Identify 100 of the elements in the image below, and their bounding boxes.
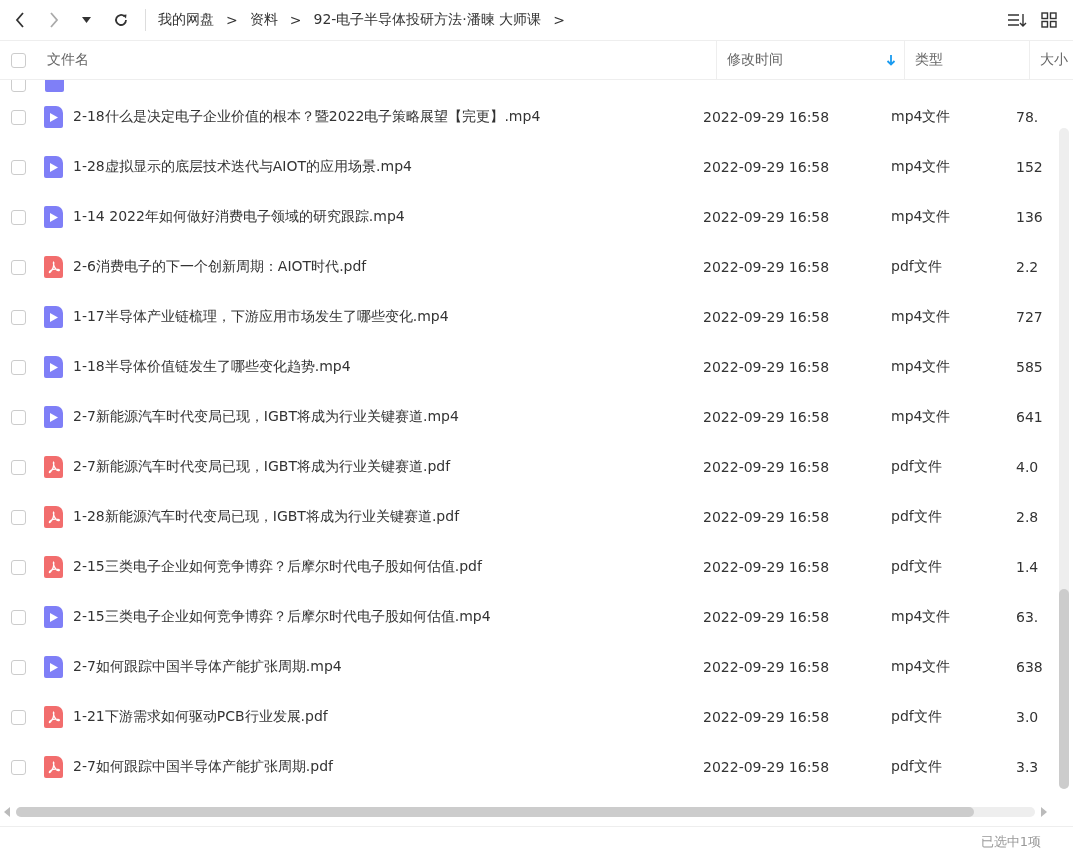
file-type: pdf文件 [891,758,943,776]
file-name[interactable]: 1-28新能源汽车时代变局已现，IGBT将成为行业关键赛道.pdf [73,508,703,526]
forward-icon[interactable] [48,11,60,29]
row-checkbox[interactable] [11,209,26,225]
file-size: 2.8 [1016,509,1040,525]
file-size: 2.2 [1016,259,1040,275]
row-checkbox[interactable] [11,359,26,375]
file-name[interactable]: 2-15三类电子企业如何竞争博弈？后摩尔时代电子股如何估值.mp4 [73,608,703,626]
pdf-file-icon [44,556,63,578]
file-type: pdf文件 [891,258,943,276]
row-checkbox[interactable] [11,759,26,775]
dropdown-caret-icon[interactable] [82,17,91,23]
file-size: 3.0 [1016,709,1040,725]
vertical-scrollbar[interactable] [1059,128,1069,789]
file-type: pdf文件 [891,558,943,576]
row-checkbox[interactable] [11,609,26,625]
breadcrumb-link[interactable]: 92-电子半导体投研方法·潘暕 大师课 [313,11,542,29]
file-size: 638 [1016,659,1044,675]
pdf-file-icon [44,456,63,478]
row-checkbox[interactable] [11,259,26,275]
modified-time: 2022-09-29 16:58 [703,309,831,325]
row-checkbox[interactable] [11,109,26,125]
row-checkbox[interactable] [11,409,26,425]
video-file-icon [44,156,63,178]
modified-time: 2022-09-29 16:58 [703,509,831,525]
file-type: mp4文件 [891,658,952,676]
modified-time: 2022-09-29 16:58 [703,359,831,375]
modified-time: 2022-09-29 16:58 [703,259,831,275]
back-icon[interactable] [14,11,26,29]
breadcrumb-separator: > [289,12,302,28]
file-name[interactable]: 2-18什么是决定电子企业价值的根本？暨2022电子策略展望【完更】.mp4 [73,108,703,126]
row-checkbox[interactable] [11,309,26,325]
file-name[interactable]: 2-6消费电子的下一个创新周期：AIOT时代.pdf [73,258,703,276]
column-header[interactable]: 修改时间 [716,41,904,79]
file-name[interactable]: 2-7新能源汽车时代变局已现，IGBT将成为行业关键赛道.mp4 [73,408,703,426]
file-size: 63. [1016,609,1040,625]
row-checkbox[interactable] [11,159,26,175]
breadcrumb-separator: > [553,12,565,28]
pdf-file-icon [44,256,63,278]
column-header[interactable]: 大小 [1029,41,1073,79]
row-checkbox[interactable] [11,559,26,575]
file-type: pdf文件 [891,458,943,476]
file-type: mp4文件 [891,408,952,426]
file-size: 3.3 [1016,759,1040,775]
video-file-icon [44,306,63,328]
row-checkbox[interactable] [11,459,26,475]
column-header[interactable]: 类型 [904,41,1029,79]
file-name[interactable]: 1-17半导体产业链梳理，下游应用市场发生了哪些变化.mp4 [73,308,703,326]
file-size: 136 [1016,209,1044,225]
breadcrumb-link[interactable]: 资料 [249,11,278,29]
file-size: 727 [1016,309,1044,325]
file-name[interactable]: 2-7如何跟踪中国半导体产能扩张周期.mp4 [73,658,703,676]
row-checkbox[interactable] [11,509,26,525]
sort-list-icon[interactable] [1007,12,1027,28]
file-type: pdf文件 [891,508,943,526]
file-name[interactable]: 2-7如何跟踪中国半导体产能扩张周期.pdf [73,758,703,776]
modified-time: 2022-09-29 16:58 [703,459,831,475]
file-type: mp4文件 [891,108,952,126]
file-type: mp4文件 [891,158,952,176]
file-name[interactable]: 2-7新能源汽车时代变局已现，IGBT将成为行业关键赛道.pdf [73,458,703,476]
video-file-icon [44,106,63,128]
file-type: mp4文件 [891,358,952,376]
modified-time: 2022-09-29 16:58 [703,409,831,425]
breadcrumb-link[interactable]: 我的网盘 [158,11,214,29]
file-size: 1.4 [1016,559,1040,575]
video-file-icon [44,606,63,628]
pdf-file-icon [44,706,63,728]
row-checkbox[interactable] [11,80,26,92]
row-checkbox[interactable] [11,659,26,675]
file-size: 152 [1016,159,1044,175]
file-size: 641 [1016,409,1044,425]
file-name[interactable]: 1-18半导体价值链发生了哪些变化趋势.mp4 [73,358,703,376]
file-name[interactable]: 1-21下游需求如何驱动PCB行业发展.pdf [73,708,703,726]
breadcrumb-separator: > [226,12,238,28]
file-type: pdf文件 [891,708,943,726]
modified-time: 2022-09-29 16:58 [703,159,831,175]
grid-view-icon[interactable] [1041,12,1057,28]
video-file-icon [44,206,63,228]
row-checkbox[interactable] [11,709,26,725]
modified-time: 2022-09-29 16:58 [703,659,831,675]
file-type: mp4文件 [891,608,952,626]
refresh-icon[interactable] [113,12,129,28]
modified-time: 2022-09-29 16:58 [703,709,831,725]
column-header[interactable]: 文件名 [26,41,716,79]
select-all-checkbox[interactable] [11,52,26,68]
modified-time: 2022-09-29 16:58 [703,759,831,775]
modified-time: 2022-09-29 16:58 [703,109,831,125]
file-type: mp4文件 [891,308,952,326]
file-size: 78. [1016,109,1040,125]
file-size: 4.0 [1016,459,1040,475]
file-name[interactable]: 1-28虚拟显示的底层技术迭代与AIOT的应用场景.mp4 [73,158,703,176]
video-file-icon [44,406,63,428]
selection-count: 已选中1项 [980,832,1041,851]
modified-time: 2022-09-29 16:58 [703,609,831,625]
file-type: mp4文件 [891,208,952,226]
video-file-icon [44,356,63,378]
file-name[interactable]: 1-14 2022年如何做好消费电子领域的研究跟踪.mp4 [73,208,703,226]
video-file-icon [44,656,63,678]
file-name[interactable]: 2-15三类电子企业如何竞争博弈？后摩尔时代电子股如何估值.pdf [73,558,703,576]
pdf-file-icon [44,756,63,778]
